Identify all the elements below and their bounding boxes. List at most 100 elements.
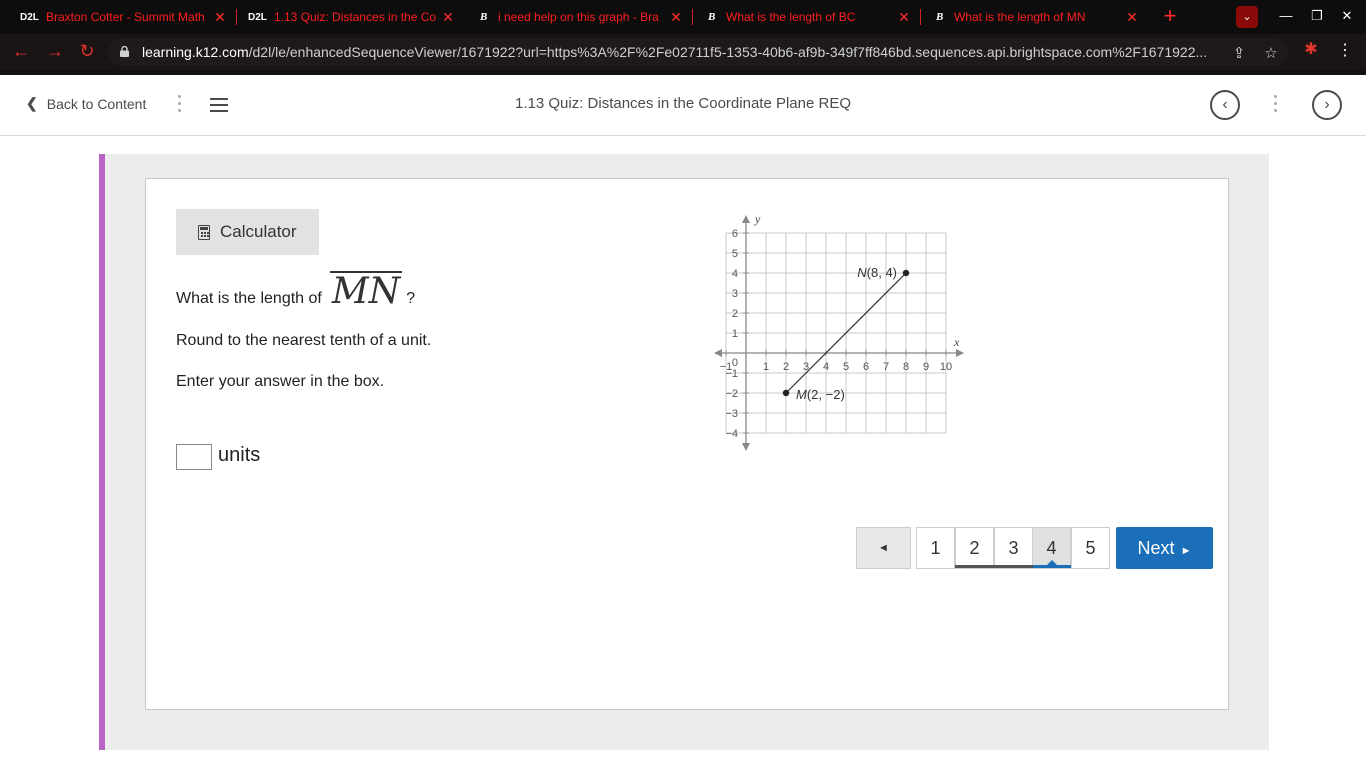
visited-pages-underline (955, 565, 1033, 568)
previous-topic-button[interactable]: ‹ (1210, 90, 1240, 120)
question-mark: ? (406, 290, 416, 307)
answer-input[interactable] (176, 444, 212, 470)
y-tick-label: −2 (725, 388, 738, 400)
segment-mn: MN (329, 271, 403, 312)
next-label: Next (1137, 538, 1175, 558)
close-icon[interactable]: ✕ (670, 9, 682, 26)
back-arrow-icon[interactable]: ← (10, 40, 32, 62)
browser-tab[interactable]: B i need help on this graph - Bra ✕ (466, 4, 692, 30)
url-path: /d2l/le/enhancedSequenceViewer/1671922?u… (248, 44, 1208, 60)
chevron-right-icon: › (1324, 96, 1330, 113)
y-tick-label: 4 (732, 268, 738, 280)
pagination-prev-button[interactable]: ◄ (856, 527, 911, 569)
next-topic-button[interactable]: › (1312, 90, 1342, 120)
page-5-button[interactable]: 5 (1071, 527, 1110, 569)
point-n-coords: (8, 4) (867, 265, 897, 280)
d2l-favicon-icon: D2L (20, 11, 39, 23)
y-tick-label: 5 (732, 248, 738, 260)
browser-tab[interactable]: B What is the length of BC ✕ (694, 4, 920, 30)
close-icon[interactable]: ✕ (214, 9, 226, 26)
reload-icon[interactable]: ↻ (76, 40, 98, 62)
browser-tab[interactable]: D2L Braxton Cotter - Summit Math ✕ (6, 4, 236, 30)
page-2-button[interactable]: 2 (955, 527, 994, 569)
bookmark-star-icon[interactable]: ☆ (1262, 45, 1280, 63)
brainly-favicon-icon: B (708, 11, 716, 23)
x-tick-label: 10 (940, 361, 952, 373)
close-icon[interactable]: ✕ (442, 9, 454, 26)
browser-tab-active[interactable]: D2L 1.13 Quiz: Distances in the Co ✕ (234, 4, 464, 30)
accent-bar (99, 154, 105, 750)
x-tick-label: 2 (783, 361, 789, 373)
x-axis-arrow-right (956, 349, 964, 357)
point-m-name: M (796, 387, 807, 402)
calculator-icon (198, 224, 210, 240)
question-card (145, 178, 1229, 710)
browser-tab-strip: D2L Braxton Cotter - Summit Math ✕ D2L 1… (0, 0, 1366, 34)
extension-puzzle-icon[interactable]: ✱ (1302, 41, 1320, 59)
point-m (782, 389, 790, 397)
x-tick-label: 7 (883, 361, 889, 373)
x-tick-label: 1 (763, 361, 769, 373)
browser-toolbar: ← → ↻ learning.k12.com/d2l/le/enhancedSe… (0, 34, 1366, 70)
coordinate-plane-graph: xy−1 1 2 3 4 5 6 7 8 9 10654321−1−2−3−40N(8, 4)M(2… (714, 212, 964, 451)
point-m-label: M(2, −2) (796, 387, 845, 402)
tab-title: What is the length of MN (954, 10, 1086, 24)
x-tick-label: 4 (823, 361, 829, 373)
x-tick-label: 8 (903, 361, 909, 373)
x-tick-label: 9 (923, 361, 929, 373)
forward-arrow-icon[interactable]: → (44, 40, 66, 62)
tab-title: What is the length of BC (726, 10, 856, 24)
question-prompt: What is the length of MN ? (176, 271, 415, 311)
browser-menu-icon[interactable]: ⋮ (1337, 43, 1353, 59)
content-navbar: ❮ Back to Content 1.13 Quiz: Distances i… (0, 75, 1366, 136)
tab-divider (920, 9, 921, 25)
next-triangle-icon: ► (1180, 545, 1192, 557)
y-axis-label: y (754, 212, 761, 226)
url-host: learning.k12.com (142, 44, 249, 60)
restore-icon[interactable]: ❐ (1307, 8, 1327, 24)
y-tick-label: −3 (725, 408, 738, 420)
calculator-label: Calculator (220, 222, 297, 241)
chevron-left-icon: ‹ (1222, 96, 1228, 113)
tab-title: Braxton Cotter - Summit Math (46, 10, 205, 24)
page-title: 1.13 Quiz: Distances in the Coordinate P… (514, 95, 851, 112)
y-tick-label: −1 (725, 368, 738, 380)
close-icon[interactable]: ✕ (898, 9, 910, 26)
prev-triangle-icon: ◄ (878, 542, 889, 554)
y-axis-arrow-up (742, 215, 750, 223)
y-tick-label: 2 (732, 308, 738, 320)
page-1-button[interactable]: 1 (916, 527, 955, 569)
tab-search-chevron-icon[interactable]: ⌄ (1236, 6, 1258, 28)
enter-instruction: Enter your answer in the box. (176, 373, 385, 390)
y-tick-label: −4 (725, 428, 738, 440)
next-button[interactable]: Next ► (1116, 527, 1213, 569)
brainly-favicon-icon: B (936, 11, 944, 23)
more-options-icon[interactable] (1274, 93, 1278, 117)
active-page-caret (1047, 560, 1057, 565)
x-tick-label: 6 (863, 361, 869, 373)
new-tab-plus-icon[interactable]: + (1158, 5, 1182, 29)
origin-label: 0 (732, 357, 738, 369)
tab-title: 1.13 Quiz: Distances in the Co (274, 10, 436, 24)
page-3-button[interactable]: 3 (994, 527, 1033, 569)
address-bar[interactable]: learning.k12.com/d2l/le/enhancedSequence… (108, 38, 1288, 66)
close-icon[interactable]: ✕ (1126, 9, 1138, 26)
point-m-coords: (2, −2) (807, 387, 845, 402)
y-axis-arrow-down (742, 443, 750, 451)
active-page-underline (1033, 565, 1071, 568)
tab-divider (692, 9, 693, 25)
y-tick-label: 6 (732, 228, 738, 240)
question-prompt-text: What is the length of (176, 290, 322, 307)
minimize-icon[interactable]: — (1276, 8, 1296, 23)
browser-tab[interactable]: B What is the length of MN ✕ (922, 4, 1148, 30)
brainly-favicon-icon: B (480, 11, 488, 23)
share-icon[interactable]: ⇪ (1230, 45, 1248, 63)
x-axis-arrow-left (714, 349, 722, 357)
window-close-icon[interactable]: ✕ (1337, 8, 1357, 24)
calculator-button[interactable]: Calculator (176, 209, 319, 255)
url-text: learning.k12.com/d2l/le/enhancedSequence… (142, 44, 1222, 60)
units-label: units (218, 444, 261, 466)
point-n-label: N(8, 4) (857, 265, 897, 280)
y-tick-label: 1 (732, 328, 738, 340)
x-axis-label: x (953, 335, 960, 349)
